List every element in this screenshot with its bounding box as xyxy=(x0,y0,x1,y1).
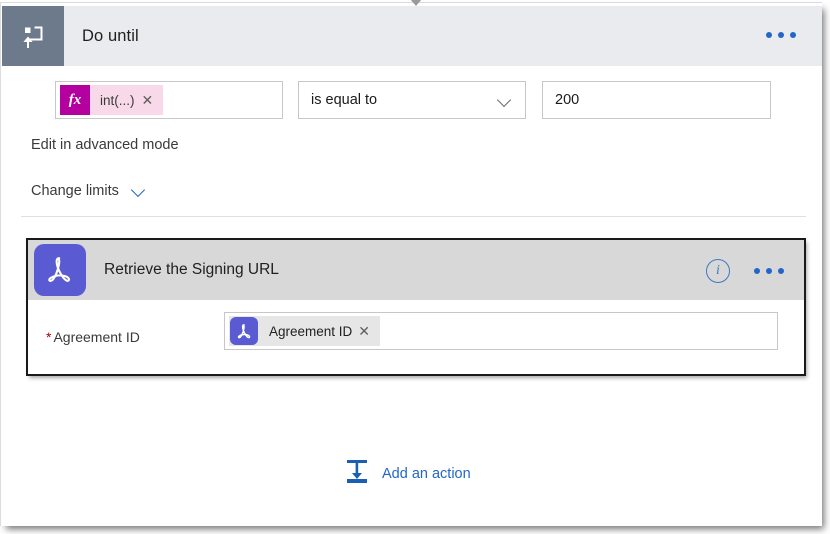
page-title: Do until xyxy=(82,26,139,45)
ellipsis-dot xyxy=(778,32,784,38)
do-until-card: Do until fx int(...) ✕ is equal to 200 E… xyxy=(0,0,822,526)
adobe-acrobat-sign-icon xyxy=(34,244,86,296)
ellipsis-dot xyxy=(754,268,760,274)
insert-action-icon xyxy=(344,458,370,489)
expression-token-label: int(...) xyxy=(100,92,135,108)
agreement-id-label: * Agreement ID xyxy=(46,329,140,345)
chevron-down-icon xyxy=(131,185,147,197)
action-card-title: Retrieve the Signing URL xyxy=(104,261,279,278)
do-until-loop-icon xyxy=(2,6,64,66)
condition-value-text: 200 xyxy=(555,92,580,108)
condition-left-input[interactable]: fx int(...) ✕ xyxy=(55,81,283,119)
adobe-acrobat-sign-icon xyxy=(230,317,258,345)
ellipsis-dot xyxy=(778,268,784,274)
edit-in-advanced-mode-link[interactable]: Edit in advanced mode xyxy=(31,137,179,153)
condition-row: fx int(...) ✕ is equal to 200 xyxy=(55,81,771,119)
chevron-down-icon xyxy=(497,92,513,108)
caret-down-icon xyxy=(410,0,422,6)
ellipsis-dot xyxy=(766,268,772,274)
info-icon[interactable]: i xyxy=(706,259,730,283)
action-card-retrieve-signing-url[interactable]: Retrieve the Signing URL i * Agreement ID xyxy=(26,238,806,376)
condition-operator-select[interactable]: is equal to xyxy=(298,81,526,119)
do-until-header[interactable]: Do until xyxy=(2,6,822,66)
fx-icon: fx xyxy=(60,85,90,115)
agreement-id-row: * Agreement ID Agreement ID ✕ xyxy=(28,300,804,374)
dynamic-content-token[interactable]: Agreement ID ✕ xyxy=(229,316,381,346)
agreement-id-input[interactable]: Agreement ID ✕ xyxy=(224,312,778,350)
change-limits-toggle[interactable]: Change limits xyxy=(31,183,147,199)
expression-token-close-icon[interactable]: ✕ xyxy=(142,93,164,107)
do-until-ellipsis-icon[interactable] xyxy=(766,32,796,38)
expression-token[interactable]: fx int(...) ✕ xyxy=(60,85,164,115)
action-card-header[interactable]: Retrieve the Signing URL i xyxy=(28,240,804,300)
action-card-ellipsis-icon[interactable] xyxy=(754,268,784,274)
agreement-id-label-text: Agreement ID xyxy=(53,329,140,345)
condition-operator-value: is equal to xyxy=(311,92,378,108)
add-an-action-label: Add an action xyxy=(382,465,471,482)
divider xyxy=(21,216,806,217)
change-limits-label: Change limits xyxy=(31,183,119,199)
condition-value-input[interactable]: 200 xyxy=(542,81,771,119)
ellipsis-dot xyxy=(790,32,796,38)
ellipsis-dot xyxy=(766,32,772,38)
dynamic-content-token-label: Agreement ID xyxy=(269,323,353,339)
action-card-header-controls: i xyxy=(706,259,784,283)
dynamic-content-token-close-icon[interactable]: ✕ xyxy=(358,324,380,338)
required-marker: * xyxy=(46,329,52,345)
flow-designer-screenshot: Do until fx int(...) ✕ is equal to 200 E… xyxy=(0,0,830,534)
add-an-action-button[interactable]: Add an action xyxy=(344,458,471,489)
